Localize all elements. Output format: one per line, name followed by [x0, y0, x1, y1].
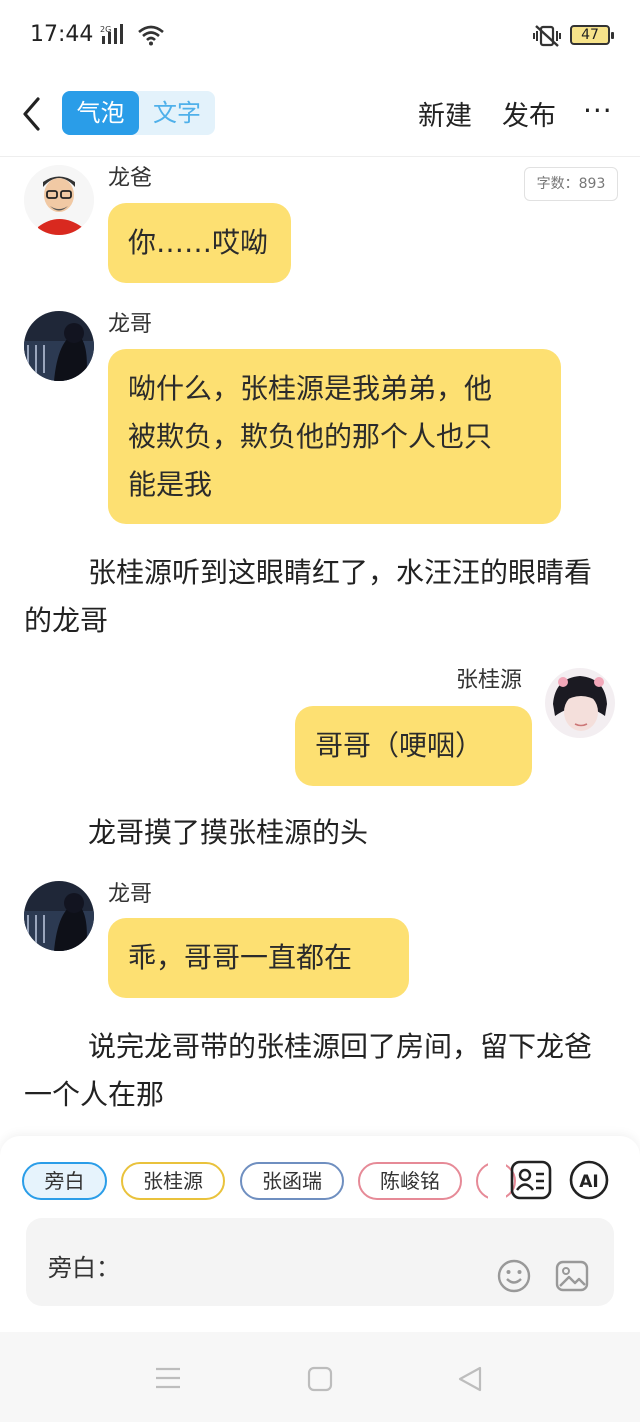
- speaker-name: 张桂源: [456, 668, 523, 693]
- wifi-icon: [138, 25, 164, 46]
- vibrate-mute-icon: [533, 25, 561, 47]
- status-bar: 17:44 2G 47: [0, 0, 640, 72]
- role-chip[interactable]: 陈峻铭: [358, 1162, 462, 1200]
- narration-text[interactable]: 张桂源听到这眼睛红了，水汪汪的眼睛看的龙哥: [24, 549, 616, 645]
- cartoon-man-avatar-icon: [24, 165, 94, 235]
- menu-icon[interactable]: [154, 1366, 182, 1390]
- avatar-longba[interactable]: [24, 165, 94, 235]
- narration-text[interactable]: 说完龙哥带的张桂源回了房间，留下龙爸一个人在那: [24, 1023, 616, 1119]
- photo-avatar-icon: [24, 881, 94, 951]
- role-chip[interactable]: 张函瑞: [240, 1162, 344, 1200]
- status-time: 17:44: [30, 22, 94, 47]
- photo-avatar-icon: [545, 668, 615, 738]
- avatar-longge[interactable]: [24, 881, 94, 951]
- speaker-name: 龙哥: [108, 882, 153, 907]
- message-bubble[interactable]: 呦什么，张桂源是我弟弟，他 被欺负，欺负他的那个人也只 能是我: [108, 349, 561, 524]
- back-triangle-icon[interactable]: [456, 1366, 484, 1392]
- image-icon[interactable]: [554, 1258, 590, 1294]
- mode-text-tab[interactable]: 文字: [139, 91, 215, 135]
- bubble-line: 你……哎呦: [128, 226, 269, 259]
- chip-fade: [488, 1158, 506, 1204]
- bubble-line: 能是我: [128, 468, 213, 501]
- top-nav: 气泡 文字 新建 发布 ···: [0, 80, 640, 150]
- publish-button[interactable]: 发布: [502, 94, 556, 133]
- narration-text[interactable]: 龙哥摸了摸张桂源的头: [24, 809, 616, 857]
- bubble-line: 呦什么，张桂源是我弟弟，他: [128, 372, 493, 405]
- bubble-line: 乖，哥哥一直都在: [128, 941, 353, 974]
- bubble-line: 被欺负，欺负他的那个人也只: [128, 420, 493, 453]
- message-bubble[interactable]: 你……哎呦: [108, 203, 291, 283]
- message-bubble[interactable]: 哥哥（哽咽）: [295, 706, 532, 786]
- cellular-signal-icon: 2G: [100, 24, 123, 44]
- mode-bubble-tab[interactable]: 气泡: [62, 91, 139, 135]
- battery-indicator: 47: [570, 25, 614, 45]
- role-chip[interactable]: 张桂源: [121, 1162, 225, 1200]
- ai-assistant-button[interactable]: AI: [568, 1159, 610, 1201]
- home-square-icon[interactable]: [307, 1366, 333, 1392]
- mode-toggle[interactable]: 气泡 文字: [62, 91, 215, 135]
- role-chip-narration[interactable]: 旁白: [22, 1162, 107, 1200]
- system-nav-bar: [0, 1332, 640, 1422]
- speaker-name: 龙爸: [108, 166, 153, 191]
- word-count-badge: 字数：893: [524, 167, 618, 201]
- message-bubble[interactable]: 乖，哥哥一直都在: [108, 918, 409, 998]
- avatar-zhangguiyuan[interactable]: [545, 668, 615, 738]
- avatar-longge[interactable]: [24, 311, 94, 381]
- speaker-name: 龙哥: [108, 312, 153, 337]
- smiley-icon[interactable]: [496, 1258, 532, 1294]
- input-role-prefix: 旁白：: [48, 1254, 120, 1282]
- message-input[interactable]: 旁白：: [26, 1218, 614, 1306]
- ai-label: AI: [579, 1172, 598, 1192]
- divider: [0, 156, 640, 157]
- photo-avatar-icon: [24, 311, 94, 381]
- new-button[interactable]: 新建: [418, 94, 472, 133]
- character-card-icon[interactable]: [509, 1159, 553, 1201]
- bubble-line: 哥哥（哽咽）: [315, 729, 484, 762]
- more-horizontal-icon[interactable]: ···: [583, 94, 613, 127]
- chevron-left-icon[interactable]: [18, 94, 48, 134]
